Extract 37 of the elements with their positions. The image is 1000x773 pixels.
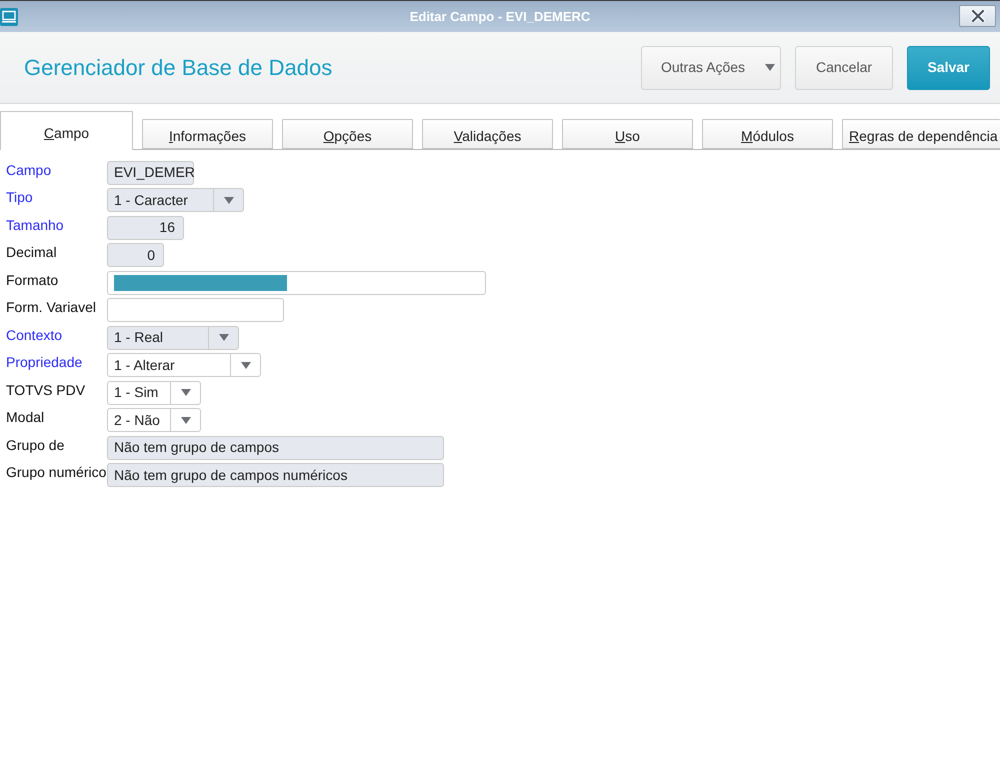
close-button[interactable]	[959, 4, 996, 26]
cancel-button[interactable]: Cancelar	[795, 46, 893, 90]
field-label: Contexto	[5, 326, 64, 345]
caret-icon	[180, 416, 190, 424]
tab[interactable]: Opções	[282, 119, 413, 149]
field-label: TOTVS PDV	[5, 380, 86, 400]
tab[interactable]: Uso	[562, 119, 693, 149]
caret-icon	[180, 389, 190, 396]
field-label: Grupo de	[5, 436, 66, 455]
field-label: Modal	[5, 408, 46, 428]
text-field[interactable]	[107, 298, 284, 322]
window-title: Editar Campo - EVI_DEMERC	[410, 8, 590, 26]
text-field[interactable]	[107, 270, 486, 295]
tab[interactable]: Informações	[142, 119, 273, 149]
field-label: Tamanho	[5, 216, 65, 235]
app-title: Gerenciador de Base de Dados	[24, 54, 332, 82]
field-label: Campo	[5, 160, 52, 180]
tab[interactable]: Módulos	[702, 119, 833, 149]
caret-icon	[240, 362, 250, 369]
tab[interactable]: Campo	[0, 111, 133, 150]
caret-icon	[218, 334, 228, 342]
dropdown-field[interactable]: 2 - Não	[107, 408, 201, 432]
close-icon	[970, 10, 984, 22]
tab[interactable]: Regras de dependência	[842, 119, 1000, 149]
more-actions-button[interactable]: Outras Ações	[641, 46, 781, 90]
caret-icon	[765, 64, 776, 71]
monitor-icon	[0, 8, 18, 26]
field-label: Decimal	[5, 243, 58, 262]
tab[interactable]: Validações	[422, 119, 553, 149]
field-label: Grupo numérico	[5, 463, 107, 482]
field-label: Formato	[5, 270, 60, 290]
dropdown-field[interactable]: 1 - Sim	[107, 380, 201, 405]
caret-icon	[224, 196, 234, 204]
field-label: Tipo	[5, 188, 34, 208]
field-label: Propriedade	[5, 353, 84, 372]
field-label: Form. Variavel	[5, 298, 97, 318]
dropdown-field[interactable]: 1 - Alterar	[107, 353, 261, 378]
